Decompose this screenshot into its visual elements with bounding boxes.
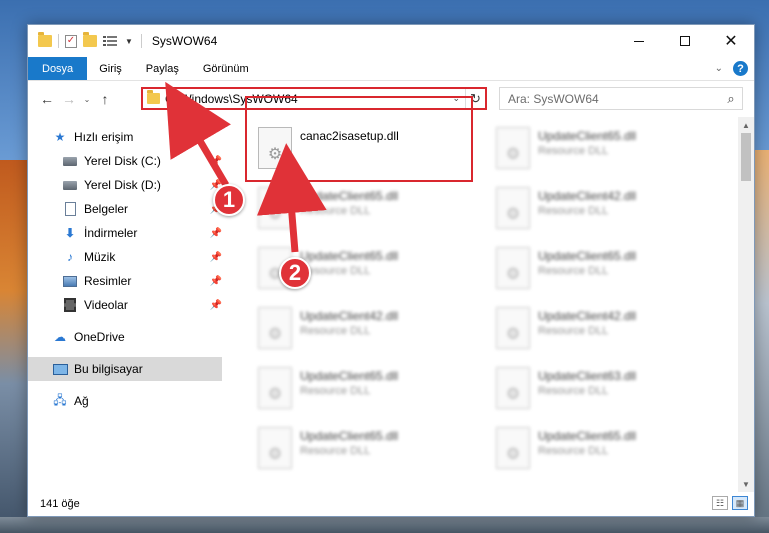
arrow-1 [165,81,231,187]
arrow-2 [256,143,327,253]
step-marker-1: 1 [213,184,245,216]
step-marker-2: 2 [279,257,311,289]
annotation-arrows [165,81,327,253]
